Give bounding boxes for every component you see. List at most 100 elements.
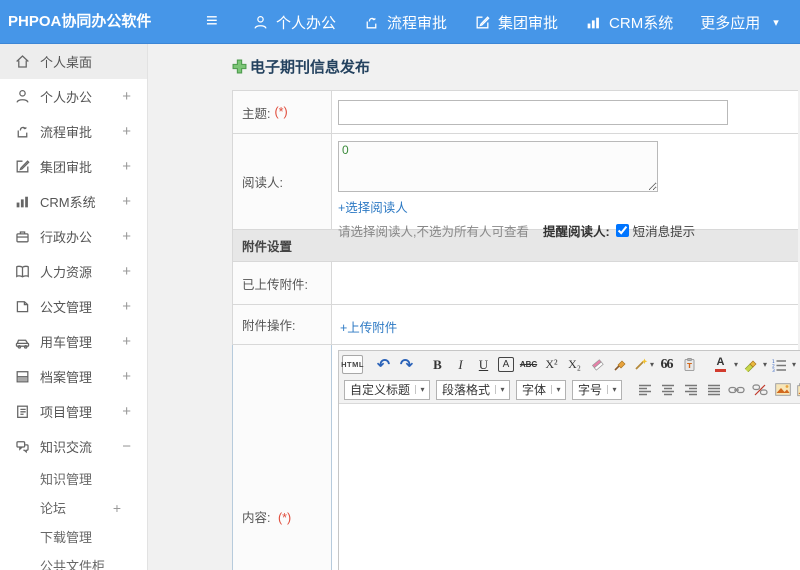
chevron-down-icon: ▾ xyxy=(773,16,779,29)
ordered-list-icon[interactable]: 123 xyxy=(768,354,789,375)
auto-typeset-icon[interactable]: ▾ xyxy=(633,354,654,375)
sidebar-subitem-label: 下载管理 xyxy=(40,530,93,545)
align-center-icon[interactable] xyxy=(657,379,678,400)
sidebar-item-personal-office[interactable]: 个人办公 + xyxy=(0,79,147,114)
expand-plus-icon[interactable]: + xyxy=(113,500,121,516)
blockquote-button[interactable]: 66 xyxy=(656,354,677,375)
select-readers-link[interactable]: +选择阅读人 xyxy=(338,197,798,216)
sidebar-item-label: 个人办公 xyxy=(40,90,93,105)
content-label: 内容: xyxy=(242,511,271,525)
unlink-icon[interactable] xyxy=(749,379,770,400)
paragraph-select[interactable]: 段落格式 ▾ xyxy=(436,379,511,400)
chevron-down-icon: ▾ xyxy=(649,360,654,369)
expand-plus-icon[interactable]: + xyxy=(122,123,131,140)
readers-value-cell: 0 +选择阅读人 请选择阅读人,不选为所有人可查看 提醒阅读人: 短消息提示 xyxy=(332,134,798,239)
topnav-group-approval[interactable]: 集团审批 xyxy=(474,12,558,33)
italic-button[interactable]: I xyxy=(450,354,471,375)
uploaded-attachments-value xyxy=(332,262,798,304)
topnav-more-apps[interactable]: 更多应用 ▾ xyxy=(700,12,779,33)
topnav-workflow-approval[interactable]: 流程审批 xyxy=(363,12,447,33)
hamburger-icon[interactable]: ≡ xyxy=(206,0,218,44)
topnav-label: 集团审批 xyxy=(498,14,559,32)
redo-button[interactable]: ↷ xyxy=(396,354,417,375)
sidebar-item-workflow-approval[interactable]: 流程审批 + xyxy=(0,114,147,149)
sidebar-item-label: 流程审批 xyxy=(40,125,93,140)
attachment-section-title: 附件设置 xyxy=(242,240,293,254)
sidebar-subitem-forum[interactable]: 论坛 + xyxy=(0,493,147,522)
topnav-crm[interactable]: CRM系统 xyxy=(585,12,673,33)
font-color-button[interactable]: A xyxy=(710,354,731,375)
expand-plus-icon[interactable]: + xyxy=(122,158,131,175)
sidebar-subitem-download-mgmt[interactable]: 下载管理 xyxy=(0,522,147,551)
collapse-minus-icon[interactable]: − xyxy=(122,438,131,455)
expand-plus-icon[interactable]: + xyxy=(122,333,131,350)
briefcase-icon xyxy=(14,228,31,245)
sidebar-item-docs[interactable]: 公文管理 + xyxy=(0,289,147,324)
sidebar-item-admin-office[interactable]: 行政办公 + xyxy=(0,219,147,254)
align-justify-icon[interactable] xyxy=(703,379,724,400)
align-left-icon[interactable] xyxy=(634,379,655,400)
heading-select[interactable]: 自定义标题 ▾ xyxy=(344,379,431,400)
sms-notify-checkbox[interactable] xyxy=(615,224,629,237)
sidebar-item-knowledge[interactable]: 知识交流 − xyxy=(0,429,147,464)
paste-icon[interactable]: T xyxy=(679,354,700,375)
sidebar-item-archive[interactable]: 档案管理 + xyxy=(0,359,147,394)
readers-label-cell: 阅读人: xyxy=(233,134,332,229)
expand-plus-icon[interactable]: + xyxy=(122,403,131,420)
sidebar-subitem-public-cabinet[interactable]: 公共文件柜 xyxy=(0,551,147,570)
expand-plus-icon[interactable]: + xyxy=(122,228,131,245)
image-icon[interactable] xyxy=(772,379,793,400)
format-painter-icon[interactable] xyxy=(610,354,631,375)
upload-attachment-link[interactable]: +上传附件 xyxy=(340,317,397,336)
sidebar-item-crm[interactable]: CRM系统 + xyxy=(0,184,147,219)
bar-chart-icon xyxy=(14,193,31,210)
sidebar-item-group-approval[interactable]: 集团审批 + xyxy=(0,149,147,184)
underline-button[interactable]: U xyxy=(473,354,494,375)
bold-button[interactable]: B xyxy=(427,354,448,375)
uploaded-attachments-label: 已上传附件: xyxy=(242,277,308,292)
superscript-button[interactable]: X² xyxy=(541,354,562,375)
sidebar-subitem-label: 知识管理 xyxy=(40,472,93,487)
sidebar-item-project[interactable]: 项目管理 + xyxy=(0,394,147,429)
sidebar-item-vehicle[interactable]: 用车管理 + xyxy=(0,324,147,359)
sidebar-item-label: 公文管理 xyxy=(40,300,93,315)
subscript-button[interactable]: X₂ xyxy=(564,354,585,375)
sidebar-item-label: 集团审批 xyxy=(40,160,93,175)
align-right-icon[interactable] xyxy=(680,379,701,400)
subject-input[interactable] xyxy=(338,100,728,125)
readers-label: 阅读人: xyxy=(242,176,283,190)
sidebar-item-label: 个人桌面 xyxy=(40,55,93,70)
chat-icon xyxy=(14,438,31,455)
html-source-button[interactable]: HTML xyxy=(341,355,363,374)
readers-textarea[interactable]: 0 xyxy=(338,141,658,192)
link-icon[interactable] xyxy=(726,379,747,400)
font-family-select-label: 字体 xyxy=(522,383,547,397)
font-family-select[interactable]: 字体 ▾ xyxy=(516,379,567,400)
strikethrough-button[interactable]: ABC xyxy=(518,354,539,375)
topnav-personal-office[interactable]: 个人办公 xyxy=(252,12,336,33)
content-label-cell: 内容: (*) xyxy=(233,345,332,570)
book-icon xyxy=(14,263,31,280)
expand-plus-icon[interactable]: + xyxy=(122,263,131,280)
multi-image-icon[interactable] xyxy=(795,379,800,400)
remind-readers-label: 提醒阅读人: xyxy=(542,225,610,239)
editor-content-area[interactable] xyxy=(339,404,800,570)
eraser-icon[interactable] xyxy=(587,354,608,375)
topnav-label: 流程审批 xyxy=(387,14,448,32)
edit-icon xyxy=(474,14,491,31)
sidebar-item-desktop[interactable]: 个人桌面 xyxy=(0,44,147,79)
highlighter-icon[interactable] xyxy=(739,354,760,375)
expand-plus-icon[interactable]: + xyxy=(122,368,131,385)
undo-button[interactable]: ↶ xyxy=(373,354,394,375)
font-size-select[interactable]: 字号 ▾ xyxy=(572,379,623,400)
expand-plus-icon[interactable]: + xyxy=(122,298,131,315)
sidebar-subitem-knowledge-mgmt[interactable]: 知识管理 xyxy=(0,464,147,493)
expand-plus-icon[interactable]: + xyxy=(122,193,131,210)
chevron-down-icon: ▾ xyxy=(734,360,739,369)
heading-select-label: 自定义标题 xyxy=(350,383,411,397)
expand-plus-icon[interactable]: + xyxy=(122,88,131,105)
sidebar-item-hr[interactable]: 人力资源 + xyxy=(0,254,147,289)
readers-row: 阅读人: 0 +选择阅读人 请选择阅读人,不选为所有人可查看 提醒阅读人: 短消… xyxy=(232,134,798,239)
topnav-label: 个人办公 xyxy=(276,14,337,32)
font-frame-button[interactable]: A xyxy=(498,357,514,372)
